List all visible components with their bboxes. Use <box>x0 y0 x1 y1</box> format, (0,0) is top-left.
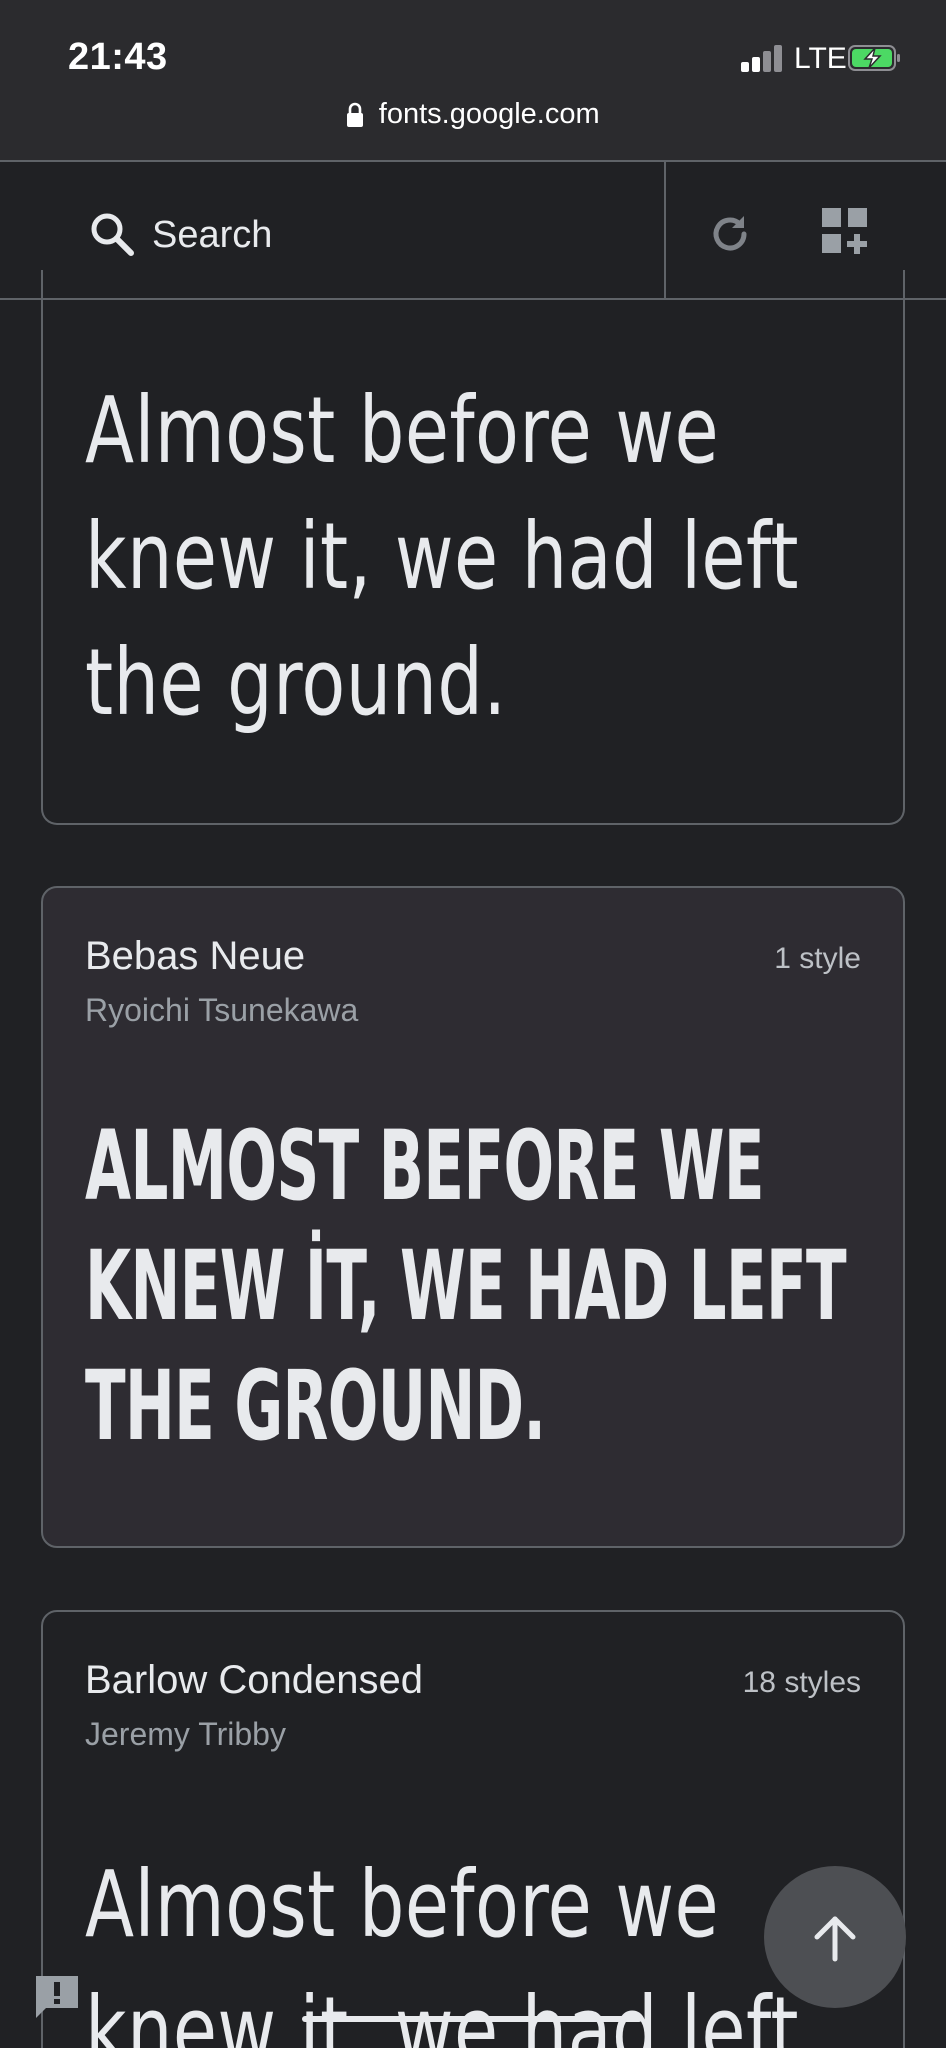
sample-text: ALMOST BEFORE WE KNEW İT, WE HAD LEFT TH… <box>85 1110 847 1462</box>
text-selection-line <box>302 2016 642 2022</box>
font-family-name: Bebas Neue <box>85 934 306 978</box>
search-label: Search <box>152 214 273 256</box>
search-icon <box>91 213 134 256</box>
network-type: LTE <box>794 42 847 75</box>
styles-count: 1 style <box>774 942 861 975</box>
font-card[interactable]: Bebas Neue Ryoichi Tsunekawa 1 style ALM… <box>41 886 905 1548</box>
battery-icon <box>848 45 900 71</box>
arrow-up-icon <box>814 1916 856 1962</box>
refresh-icon[interactable] <box>706 210 754 258</box>
font-card[interactable]: Barlow Condensed Jeremy Tribby 18 styles… <box>41 1610 905 2048</box>
font-card[interactable]: Almost before we knew it, we had left th… <box>41 270 905 825</box>
styles-count: 18 styles <box>742 1666 861 1699</box>
signal-icon <box>741 44 785 72</box>
font-designer: Ryoichi Tsunekawa <box>85 992 359 1028</box>
font-family-name: Barlow Condensed <box>85 1658 423 1702</box>
status-time: 21:43 <box>68 36 168 78</box>
url-text: fonts.google.com <box>378 98 600 130</box>
sample-text: Almost before we knew it, we had left th… <box>85 377 799 736</box>
grid-add-icon[interactable] <box>820 206 870 256</box>
address-bar[interactable]: fonts.google.com <box>0 98 946 142</box>
feedback-icon[interactable] <box>32 1972 82 2022</box>
scroll-to-top-button[interactable] <box>764 1866 906 2008</box>
screen: 21:43 LTE fonts.google.com Search Almost… <box>0 0 946 2048</box>
status-bar: 21:43 LTE fonts.google.com <box>0 0 946 160</box>
lock-icon <box>347 102 364 127</box>
font-designer: Jeremy Tribby <box>85 1716 286 1752</box>
